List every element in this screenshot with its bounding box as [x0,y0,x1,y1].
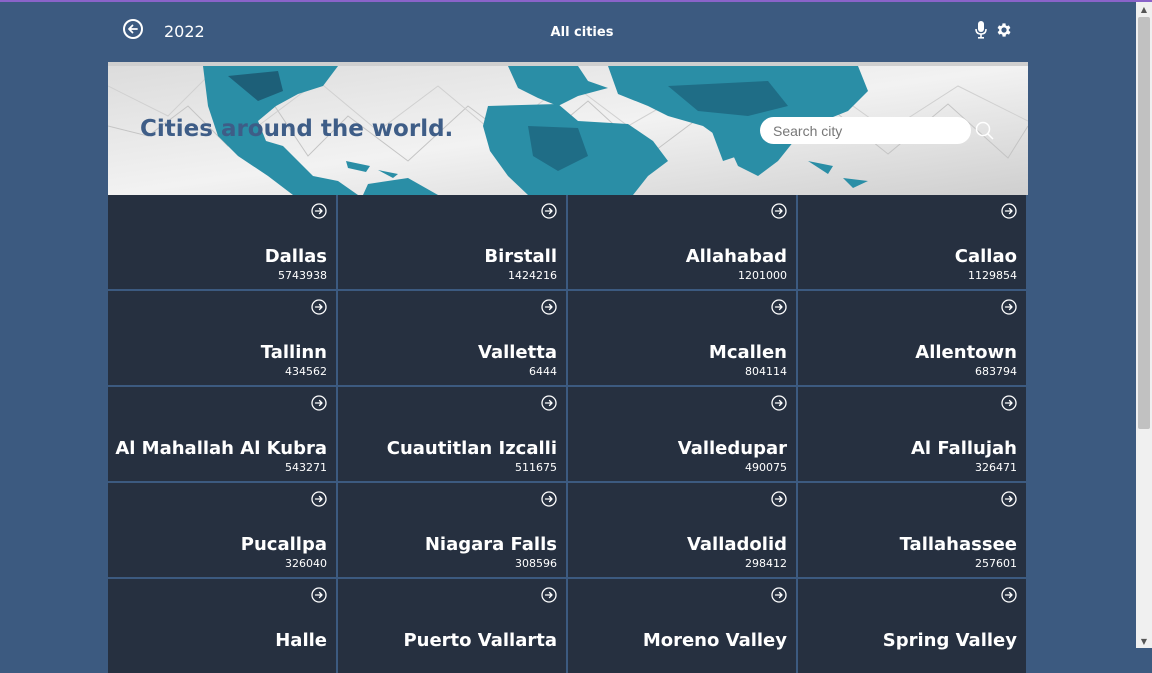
search-icon[interactable] [975,121,995,141]
arrow-right-circle-icon[interactable] [771,299,787,315]
city-population: 6444 [529,365,557,378]
city-card[interactable]: Tallinn 434562 [108,291,336,385]
hero-banner: Cities around the world. [108,62,1028,195]
vertical-scrollbar[interactable]: ▲ ▼ [1136,2,1152,648]
arrow-right-circle-icon[interactable] [771,587,787,603]
city-card[interactable]: Mcallen 804114 [568,291,796,385]
city-population: 804114 [745,365,787,378]
city-card[interactable]: Niagara Falls 308596 [338,483,566,577]
arrow-right-circle-icon[interactable] [1001,587,1017,603]
city-name: Mcallen [708,342,787,363]
city-card[interactable]: Allahabad 1201000 [568,195,796,289]
city-card[interactable]: Allentown 683794 [798,291,1026,385]
arrow-right-circle-icon[interactable] [541,299,557,315]
city-population: 257601 [975,557,1017,570]
city-population: 543271 [285,461,327,474]
page-title: All cities [550,25,614,40]
city-name: Dallas [264,246,327,267]
banner-tagline: Cities around the world. [140,116,454,142]
city-name: Cuautitlan Izcalli [386,438,557,459]
city-name: Valledupar [677,438,787,459]
city-card[interactable]: Al Fallujah 326471 [798,387,1026,481]
arrow-right-circle-icon[interactable] [541,395,557,411]
city-population: 326040 [285,557,327,570]
microphone-icon [975,21,987,39]
city-population: 1424216 [508,269,557,282]
city-card[interactable]: Spring Valley [798,579,1026,673]
city-card[interactable]: Valladolid 298412 [568,483,796,577]
city-name: Al Mahallah Al Kubra [115,438,327,459]
arrow-right-circle-icon[interactable] [311,491,327,507]
city-name: Callao [954,246,1017,267]
arrow-right-circle-icon[interactable] [1001,299,1017,315]
arrow-right-circle-icon[interactable] [1001,395,1017,411]
scrollbar-thumb[interactable] [1138,17,1150,429]
city-card[interactable]: Pucallpa 326040 [108,483,336,577]
city-card[interactable]: Halle [108,579,336,673]
city-name: Pucallpa [240,534,327,555]
arrow-right-circle-icon[interactable] [771,491,787,507]
arrow-right-circle-icon[interactable] [771,203,787,219]
arrow-right-circle-icon[interactable] [541,587,557,603]
voice-search-button[interactable] [974,21,988,41]
city-name: Niagara Falls [424,534,557,555]
city-grid: Dallas 5743938 Birstall 1424216 Allahabad 120… [108,195,1028,673]
arrow-right-circle-icon[interactable] [541,203,557,219]
city-population: 1201000 [738,269,787,282]
city-population: 511675 [515,461,557,474]
city-population: 683794 [975,365,1017,378]
scroll-down-arrow[interactable]: ▼ [1136,634,1152,648]
city-card[interactable]: Callao 1129854 [798,195,1026,289]
city-name: Tallinn [260,342,327,363]
city-card[interactable]: Tallahassee 257601 [798,483,1026,577]
city-card[interactable]: Cuautitlan Izcalli 511675 [338,387,566,481]
arrow-right-circle-icon[interactable] [1001,203,1017,219]
city-population: 5743938 [278,269,327,282]
arrow-right-circle-icon[interactable] [541,491,557,507]
scroll-up-arrow[interactable]: ▲ [1136,2,1152,16]
arrow-right-circle-icon[interactable] [311,203,327,219]
city-name: Allentown [915,342,1017,363]
arrow-right-circle-icon[interactable] [771,395,787,411]
gear-icon [997,23,1011,37]
city-card[interactable]: Birstall 1424216 [338,195,566,289]
city-card[interactable]: Moreno Valley [568,579,796,673]
city-name: Valletta [478,342,557,363]
city-card[interactable]: Al Mahallah Al Kubra 543271 [108,387,336,481]
arrow-right-circle-icon[interactable] [311,587,327,603]
city-population: 298412 [745,557,787,570]
search-input[interactable] [760,117,971,144]
city-population: 326471 [975,461,1017,474]
settings-button[interactable] [995,21,1013,39]
city-population: 490075 [745,461,787,474]
arrow-right-circle-icon[interactable] [311,395,327,411]
arrow-right-circle-icon[interactable] [1001,491,1017,507]
city-name: Allahabad [685,246,787,267]
city-population: 434562 [285,365,327,378]
city-name: Valladolid [686,534,787,555]
city-card[interactable]: Dallas 5743938 [108,195,336,289]
city-population: 308596 [515,557,557,570]
city-card[interactable]: Puerto Vallarta [338,579,566,673]
city-name: Tallahassee [899,534,1017,555]
city-card[interactable]: Valledupar 490075 [568,387,796,481]
arrow-right-circle-icon[interactable] [311,299,327,315]
top-bar: 2022 All cities [108,2,1028,62]
city-name: Birstall [484,246,557,267]
city-name: Al Fallujah [910,438,1017,459]
city-population: 1129854 [968,269,1017,282]
city-card[interactable]: Valletta 6444 [338,291,566,385]
